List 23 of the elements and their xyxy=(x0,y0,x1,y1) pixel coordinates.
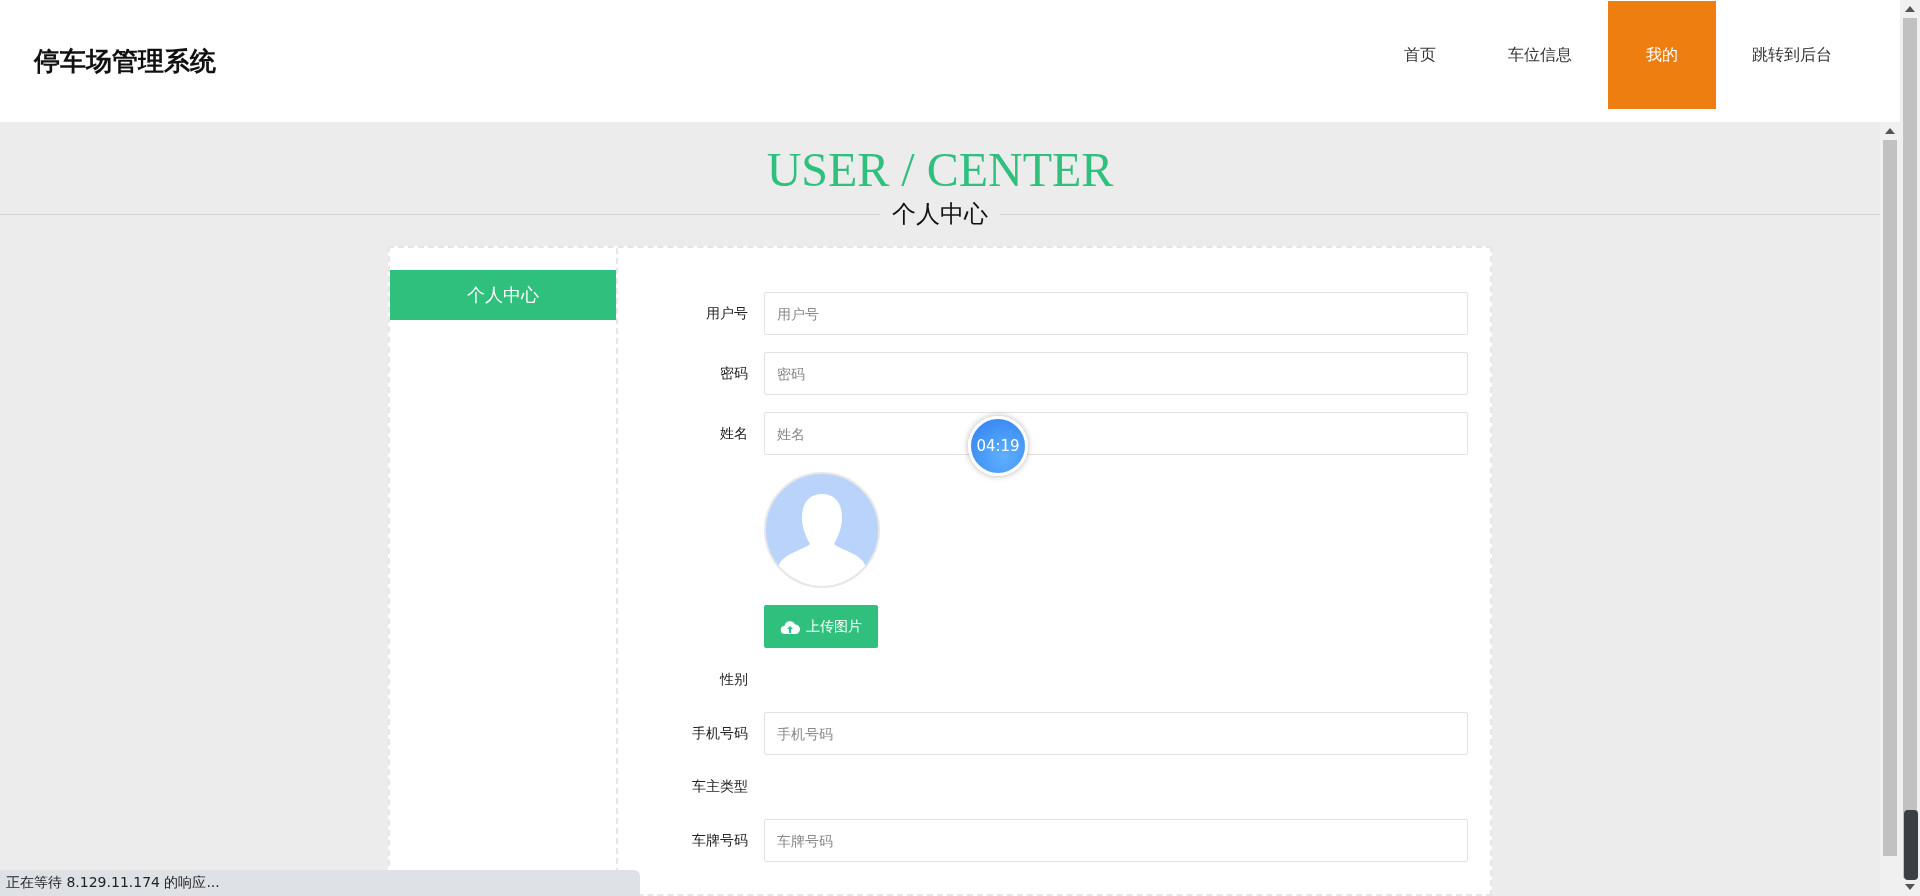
input-field[interactable]: 车牌号码 xyxy=(764,819,1468,862)
input-field[interactable]: 手机号码 xyxy=(764,712,1468,755)
scrollbar[interactable] xyxy=(1880,122,1900,896)
field-label: 手机号码 xyxy=(691,724,749,743)
page-heading: USER / CENTER xyxy=(766,146,1114,194)
field-label: 车主类型 xyxy=(691,778,749,796)
field-label: 密码 xyxy=(719,364,749,383)
nav-link[interactable]: 车位信息 xyxy=(1472,1,1608,109)
nav-link[interactable]: 跳转到后台 xyxy=(1716,1,1868,109)
field-label: 车牌号码 xyxy=(691,831,749,850)
field-label: 性别 xyxy=(718,671,749,689)
input-field[interactable]: 密码 xyxy=(764,352,1468,395)
avatar-placeholder-icon xyxy=(764,472,880,588)
status-bar: 正在等待 8.129.11.174 的响应... xyxy=(0,870,640,896)
field-label: 用户号 xyxy=(705,304,749,323)
page-subheading: 个人中心 xyxy=(891,199,989,230)
input-field[interactable]: 用户号 xyxy=(764,292,1468,335)
widget-icon xyxy=(1904,810,1918,880)
scrollbar[interactable] xyxy=(1900,0,1920,896)
field-label: 姓名 xyxy=(719,424,749,443)
nav-link[interactable]: 首页 xyxy=(1368,1,1472,109)
site-title: 停车场管理系统 xyxy=(34,44,216,78)
cloud-upload-icon xyxy=(780,618,800,635)
